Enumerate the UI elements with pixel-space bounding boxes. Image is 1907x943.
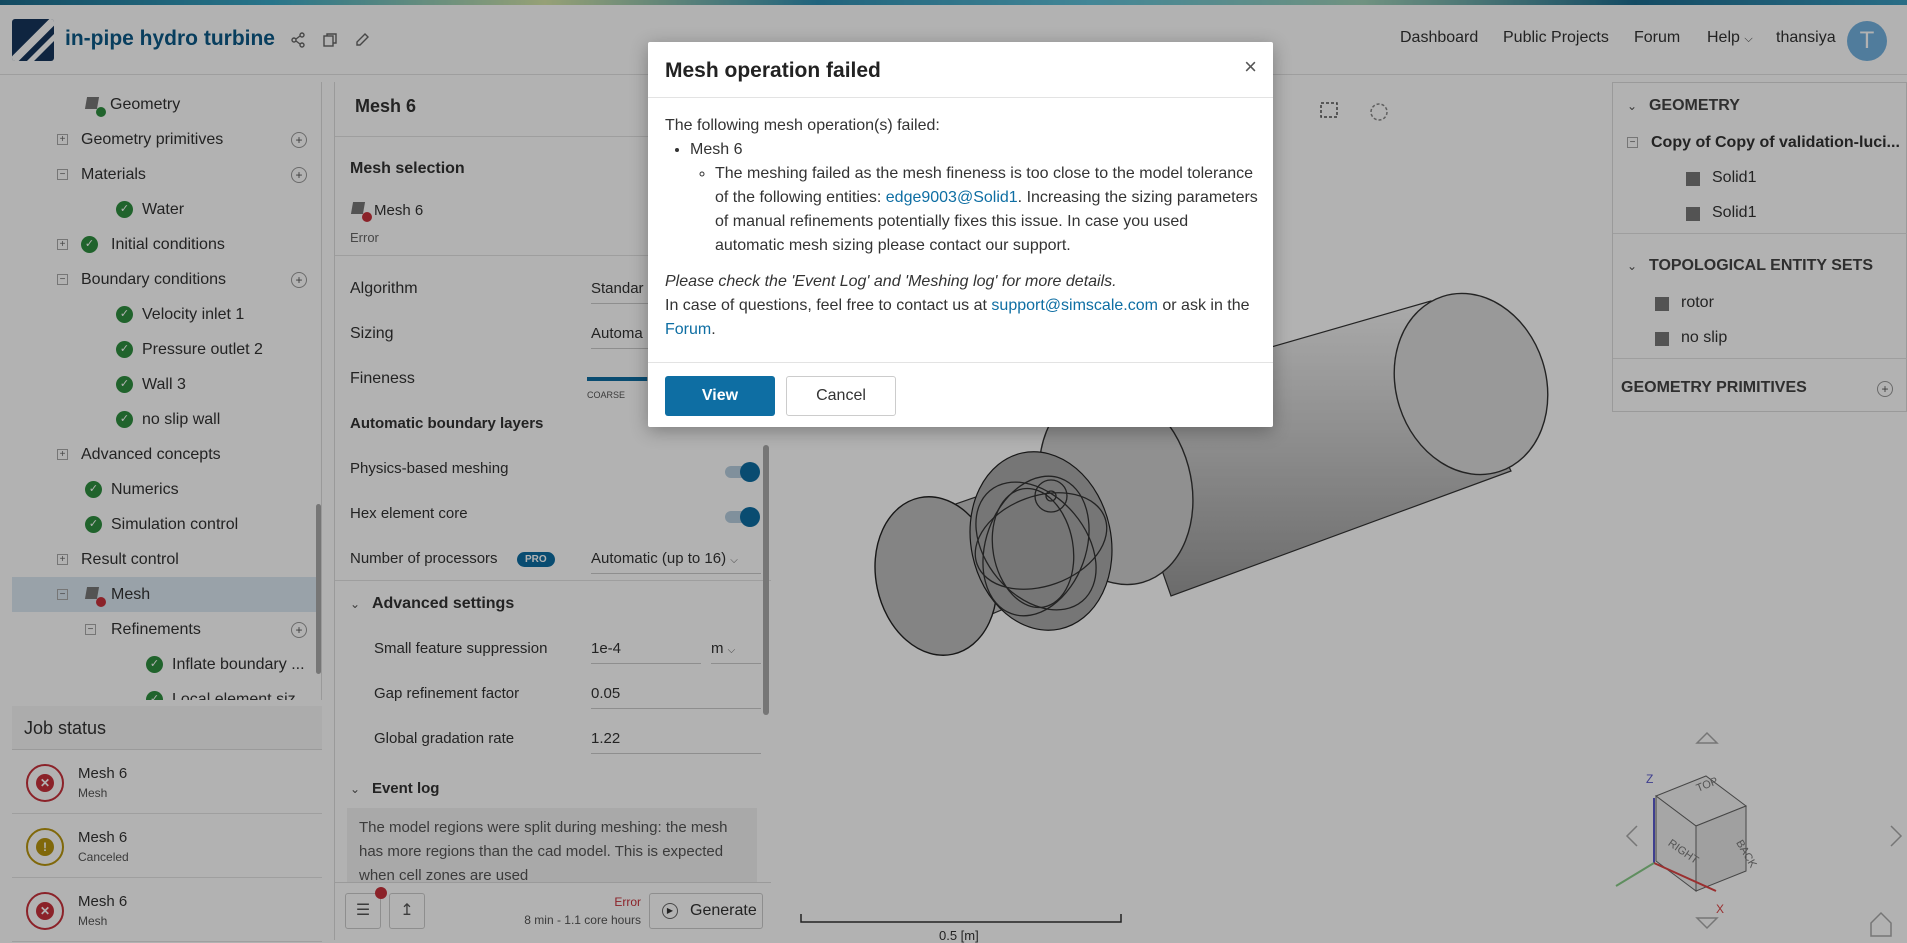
forum-link[interactable]: Forum [665,321,711,338]
dialog-title: Mesh operation failed [665,59,881,82]
mesh-failed-dialog: Mesh operation failed × The following me… [648,42,1273,427]
contact-text-mid: or ask in the [1157,297,1250,314]
dialog-intro: The following mesh operation(s) failed: [665,117,940,134]
contact-text-start: In case of questions, feel free to conta… [665,297,992,314]
failed-operation-name: Mesh 6 [690,141,743,158]
dialog-hint: Please check the 'Event Log' and 'Meshin… [665,273,1117,290]
support-email-link[interactable]: support@simscale.com [991,297,1158,314]
close-icon[interactable]: × [1244,54,1257,80]
view-button[interactable]: View [665,376,775,416]
entity-link[interactable]: edge9003@Solid1 [886,189,1018,206]
dialog-body: The following mesh operation(s) failed: … [665,114,1261,342]
contact-text-end: . [711,321,716,338]
cancel-button[interactable]: Cancel [786,376,896,416]
